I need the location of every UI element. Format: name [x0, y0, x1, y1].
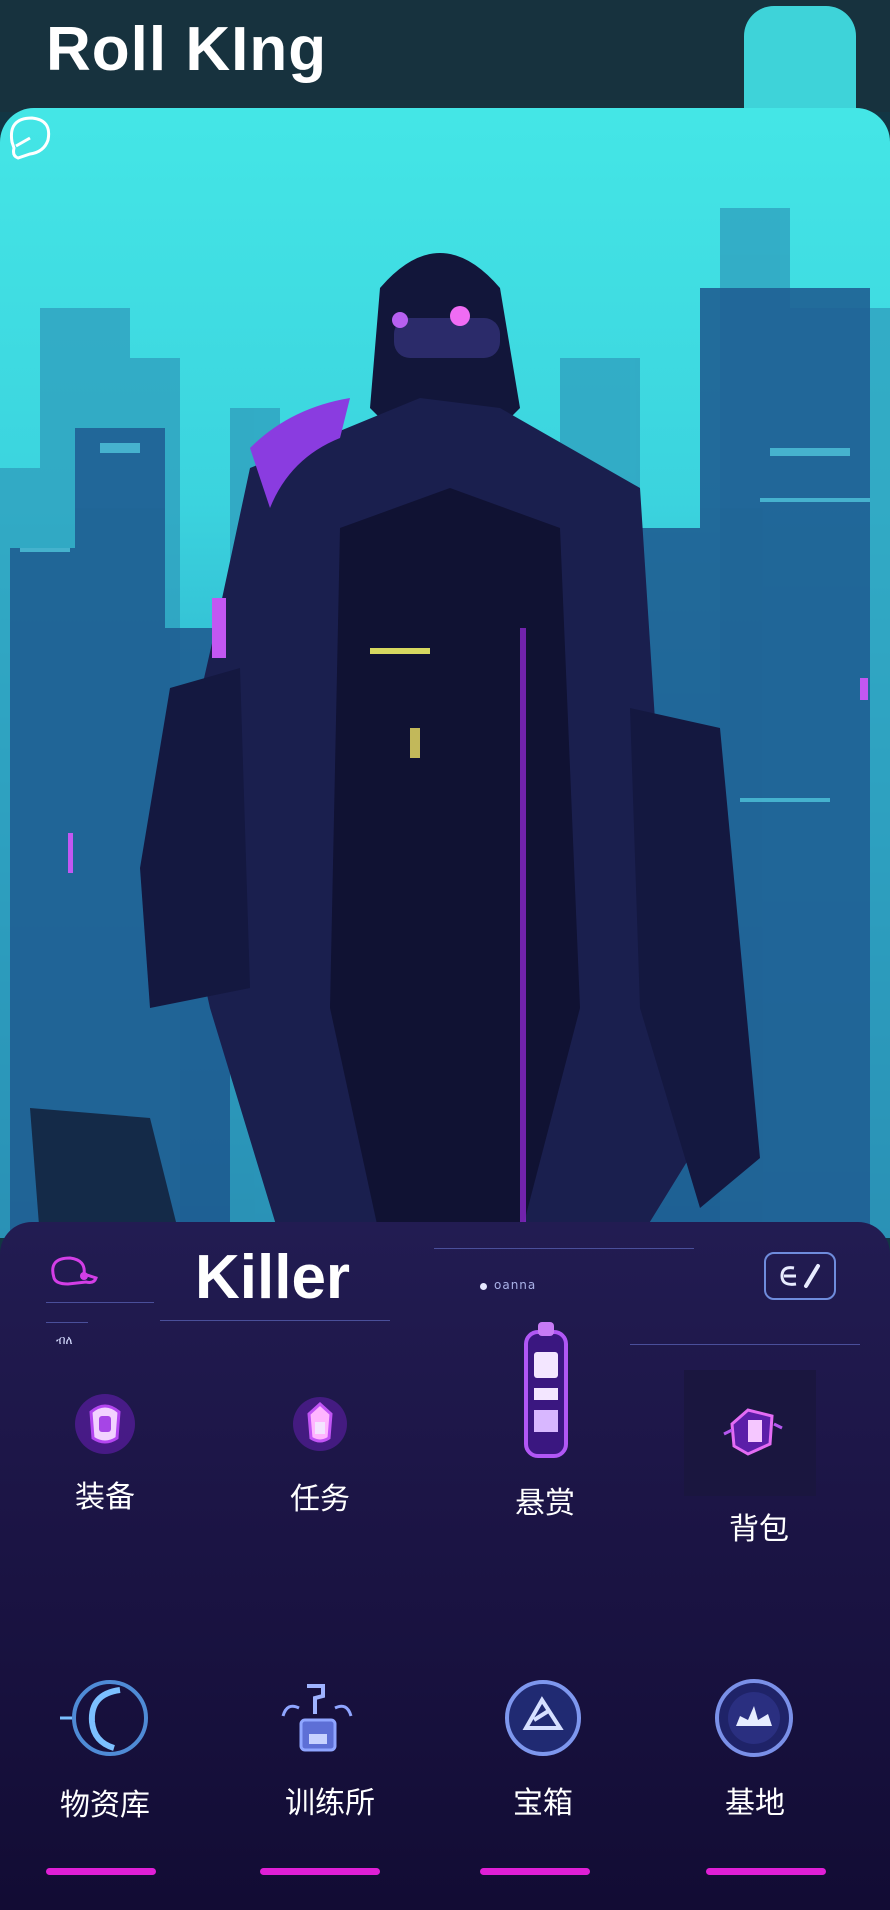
- menu-tile-training[interactable]: 训练所: [255, 1676, 405, 1876]
- base-emblem-icon: [715, 1679, 793, 1757]
- panel-divider: [46, 1302, 154, 1303]
- edit-button[interactable]: [764, 1252, 836, 1300]
- character-name: Killer: [195, 1243, 351, 1312]
- helmet-icon[interactable]: [46, 1252, 104, 1292]
- character-panel: Killer oanna ብለ 装备 任务 悬赏 背包 物资库 训练所 宝箱 基…: [0, 1222, 890, 1910]
- tab-underline: [706, 1868, 826, 1875]
- app-title: Roll KIng: [46, 15, 328, 84]
- armor-icon: [75, 1394, 135, 1454]
- menu-tile-backpack[interactable]: 背包: [684, 1370, 834, 1576]
- treasure-chest-icon: [505, 1680, 581, 1756]
- bounty-device-icon: [524, 1322, 568, 1458]
- status-text: oanna: [494, 1278, 537, 1292]
- panel-divider: [160, 1320, 390, 1321]
- tab-underline: [46, 1868, 156, 1875]
- panel-divider: [46, 1322, 88, 1323]
- gem-icon: [293, 1397, 347, 1451]
- menu-tile-label: 基地: [725, 1786, 785, 1821]
- helmet-icon[interactable]: [0, 108, 60, 168]
- menu-tile-label: 物资库: [60, 1788, 150, 1823]
- menu-tile-label: 训练所: [285, 1786, 375, 1821]
- menu-tile-chest[interactable]: 宝箱: [468, 1676, 618, 1876]
- menu-tile-bounty[interactable]: 悬赏: [470, 1322, 620, 1572]
- menu-tile-label: 背包: [729, 1512, 789, 1547]
- menu-tile-equipment[interactable]: 装备: [30, 1392, 180, 1572]
- backpack-icon: [723, 1408, 783, 1456]
- menu-tile-label: 装备: [75, 1480, 135, 1515]
- small-label: ብለ: [56, 1333, 73, 1347]
- edit-icon: [780, 1264, 820, 1288]
- panel-divider: [630, 1344, 860, 1345]
- training-machine-icon: [281, 1684, 353, 1752]
- menu-tile-supply[interactable]: 物资库: [30, 1676, 180, 1876]
- menu-tile-label: 宝箱: [513, 1786, 573, 1821]
- tab-underline: [260, 1868, 380, 1875]
- menu-tile-base[interactable]: 基地: [680, 1676, 830, 1876]
- panel-divider: [434, 1248, 694, 1249]
- menu-tile-label: 悬赏: [515, 1486, 575, 1521]
- cyberpunk-city-illustration: [0, 208, 890, 1238]
- tab-underline: [480, 1868, 590, 1875]
- menu-tile-quests[interactable]: 任务: [245, 1392, 395, 1572]
- menu-tile-label: 任务: [290, 1482, 350, 1517]
- hero-character-image: [0, 108, 890, 1238]
- supply-ring-icon: [60, 1680, 148, 1756]
- status-dot: [480, 1283, 487, 1290]
